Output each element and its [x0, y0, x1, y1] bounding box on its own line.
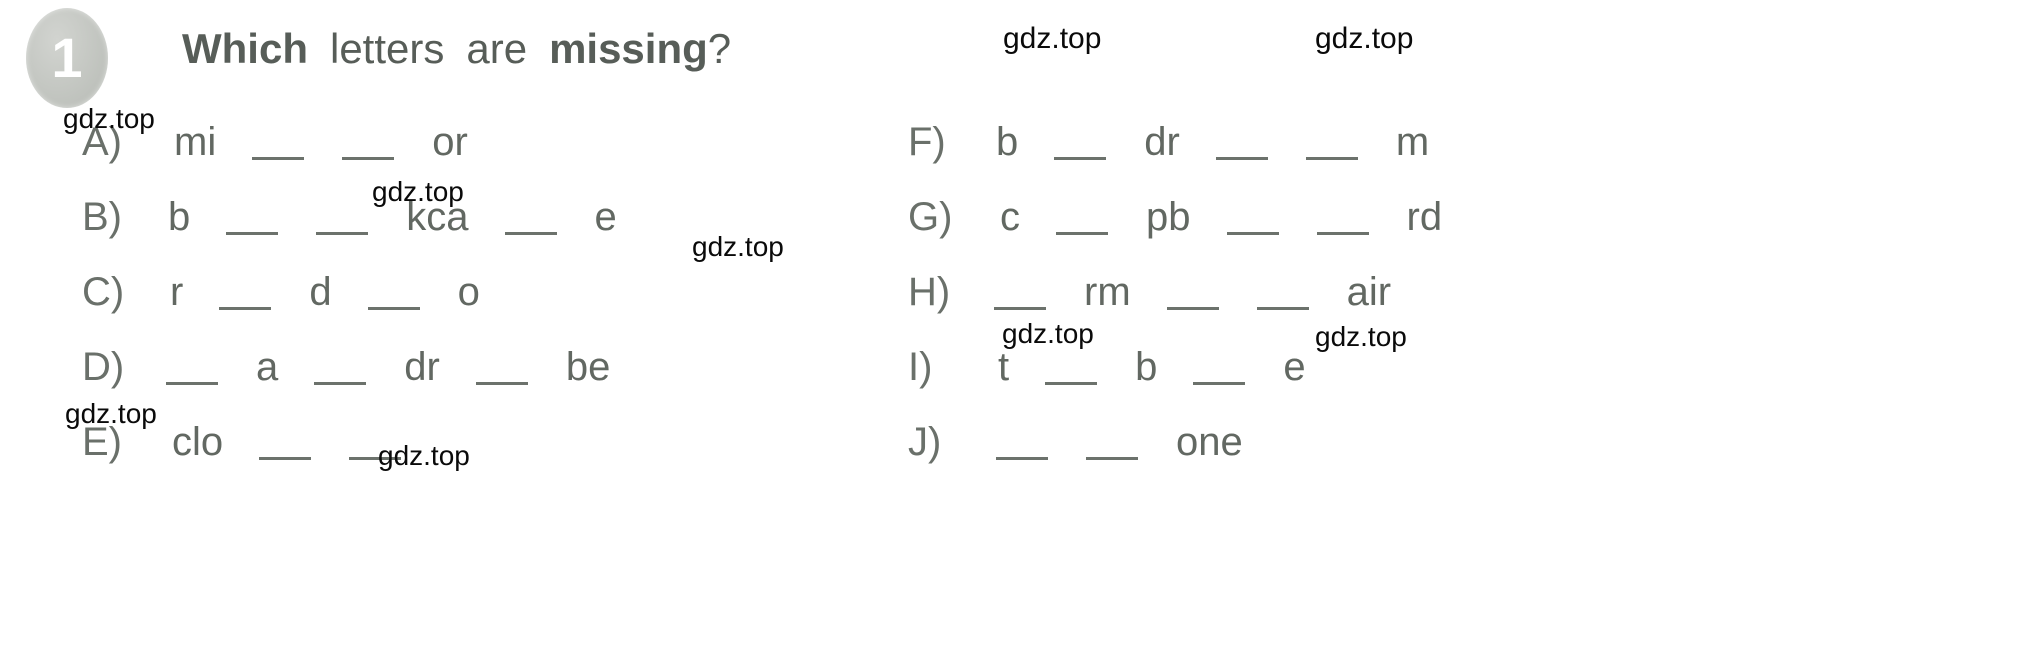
answer-blank-i-1[interactable]	[1045, 347, 1098, 387]
answer-blank-e-2[interactable]	[349, 422, 402, 462]
question-row-e: E) clo	[82, 422, 902, 497]
question-row-a: A) mi or	[82, 122, 902, 197]
heading-word-1: Which	[182, 25, 308, 72]
question-row-g: G) c pb rd	[908, 197, 1808, 272]
answer-blank-c-1[interactable]	[219, 272, 272, 312]
question-tokens-c: r d o	[160, 272, 480, 312]
question-row-d: D) a dr be	[82, 347, 902, 422]
letter-group-c: r	[170, 270, 184, 314]
letter-group-h: rm	[1084, 270, 1131, 314]
letter-group-b: kca	[406, 195, 469, 239]
letter-group-d: be	[565, 345, 611, 389]
letter-group-b: b	[168, 195, 191, 239]
question-tokens-f: b dr m	[986, 122, 1429, 162]
answer-blank-f-1[interactable]	[1054, 122, 1107, 162]
heading-question-mark: ?	[707, 25, 732, 72]
question-label-h: H)	[908, 270, 951, 314]
question-label-j: J)	[908, 420, 942, 464]
question-tokens-a: mi or	[160, 122, 468, 162]
question-label-c: C)	[82, 270, 125, 314]
answer-blank-h-1[interactable]	[994, 272, 1046, 312]
letter-group-g: rd	[1406, 195, 1443, 239]
answer-blank-f-3[interactable]	[1305, 122, 1358, 162]
question-row-b: B) b kca e	[82, 197, 902, 272]
question-row-c: C) r d o	[82, 272, 902, 347]
letter-group-f: b	[996, 120, 1019, 164]
question-label-d: D)	[82, 345, 125, 389]
answer-blank-h-2[interactable]	[1166, 272, 1219, 312]
question-row-h: H) rm air	[908, 272, 1808, 347]
answer-blank-b-3[interactable]	[504, 197, 557, 237]
answer-blank-e-1[interactable]	[259, 422, 312, 462]
letter-group-g: pb	[1146, 195, 1191, 239]
answer-blank-j-1[interactable]	[996, 422, 1048, 462]
answer-blank-b-2[interactable]	[316, 197, 369, 237]
heading-word-3: are	[466, 25, 528, 72]
question-label-g: G)	[908, 195, 953, 239]
answer-blank-j-2[interactable]	[1086, 422, 1138, 462]
answer-blank-d-3[interactable]	[475, 347, 528, 387]
letter-group-a: or	[432, 120, 468, 164]
question-row-f: F) b dr m	[908, 122, 1808, 197]
watermark-1: gdz.top	[1003, 22, 1102, 55]
letter-group-i: t	[998, 345, 1010, 389]
answer-blank-b-1[interactable]	[226, 197, 279, 237]
letter-group-a: mi	[174, 120, 217, 164]
answer-blank-a-2[interactable]	[342, 122, 395, 162]
answer-blank-a-1[interactable]	[252, 122, 305, 162]
watermark-2: gdz.top	[1315, 22, 1414, 55]
question-tokens-h: rm air	[986, 272, 1391, 312]
questions-column-left: A) mi or B) b kca e C) r d o D) a dr be E) clo	[82, 122, 902, 497]
question-tokens-e: clo	[160, 420, 402, 464]
letter-group-h: air	[1346, 270, 1392, 314]
question-label-a: A)	[82, 120, 122, 164]
letter-group-g: c	[1000, 195, 1020, 239]
exercise-number: 1	[51, 26, 83, 89]
question-label-i: I)	[908, 345, 933, 389]
heading-word-2: letters	[329, 25, 445, 72]
letter-group-f: dr	[1144, 120, 1180, 164]
question-label-f: F)	[908, 120, 946, 164]
question-label-b: B)	[82, 195, 122, 239]
letter-group-c: o	[457, 270, 480, 314]
question-tokens-g: c pb rd	[986, 197, 1442, 237]
answer-blank-c-2[interactable]	[367, 272, 420, 312]
letter-group-j: one	[1176, 420, 1243, 464]
letter-group-f: m	[1395, 120, 1430, 164]
exercise-number-badge: 1	[26, 8, 108, 108]
answer-blank-f-2[interactable]	[1215, 122, 1268, 162]
question-row-i: I) t b e	[908, 347, 1808, 422]
question-tokens-b: b kca e	[160, 197, 617, 237]
answer-blank-g-1[interactable]	[1056, 197, 1108, 237]
question-tokens-j: one	[986, 422, 1243, 462]
letter-group-e: clo	[172, 420, 224, 464]
exercise-heading: Which letters are missing?	[182, 28, 731, 70]
question-tokens-d: a dr be	[160, 347, 610, 387]
question-label-e: E)	[82, 420, 122, 464]
questions-column-right: F) b dr m G) c pb rd H) rm air I) t b e J) one	[908, 122, 1808, 497]
answer-blank-g-3[interactable]	[1316, 197, 1369, 237]
letter-group-c: d	[309, 270, 332, 314]
letter-group-d: dr	[404, 345, 440, 389]
answer-blank-d-2[interactable]	[314, 347, 367, 387]
question-tokens-i: t b e	[986, 347, 1306, 387]
letter-group-i: e	[1283, 345, 1306, 389]
question-row-j: J) one	[908, 422, 1808, 497]
answer-blank-d-1[interactable]	[166, 347, 218, 387]
answer-blank-i-2[interactable]	[1193, 347, 1246, 387]
heading-word-4: missing?	[549, 28, 731, 70]
heading-word-emphasis: missing	[549, 25, 708, 72]
answer-blank-h-3[interactable]	[1256, 272, 1309, 312]
answer-blank-g-2[interactable]	[1226, 197, 1279, 237]
letter-group-i: b	[1135, 345, 1158, 389]
letter-group-d: a	[256, 345, 279, 389]
letter-group-b: e	[594, 195, 617, 239]
